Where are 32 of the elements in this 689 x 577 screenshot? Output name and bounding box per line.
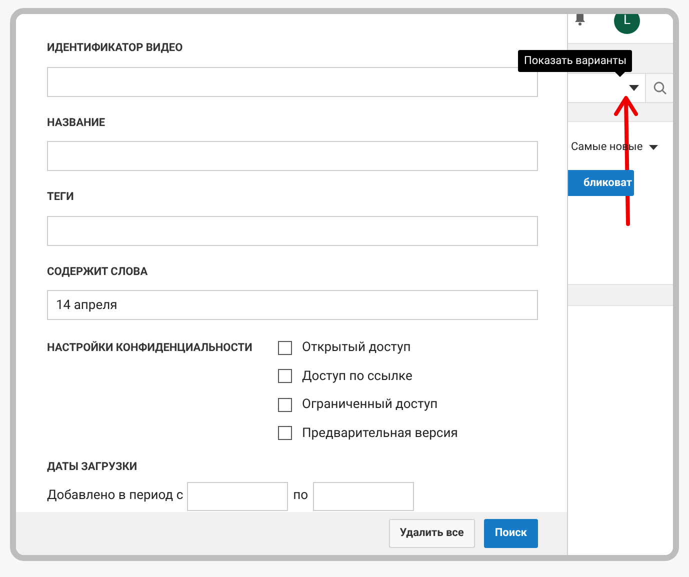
field-label: ИДЕНТИФИКАТОР ВИДЕО — [47, 40, 184, 56]
date-range-label: по — [293, 487, 308, 506]
checkbox[interactable] — [278, 369, 292, 384]
tooltip: Показать варианты — [518, 50, 632, 72]
checkbox-label: Доступ по ссылке — [302, 368, 412, 386]
checkbox-label: Ограниченный доступ — [302, 396, 438, 414]
text-field[interactable] — [47, 141, 538, 171]
publish-button[interactable]: бликоват — [568, 170, 634, 196]
search-icon[interactable] — [652, 81, 666, 95]
checkbox-label: Предварительная версия — [302, 424, 458, 442]
date-from-field[interactable] — [187, 482, 288, 510]
checkbox-label: Открытый доступ — [302, 339, 411, 357]
field-label: ДАТЫ ЗАГРУЗКИ — [47, 459, 138, 475]
bell-icon[interactable] — [572, 14, 588, 26]
text-field[interactable] — [47, 216, 538, 246]
clear-button[interactable]: Удалить все — [388, 519, 475, 548]
checkbox[interactable] — [278, 426, 292, 440]
checkbox[interactable] — [278, 398, 292, 412]
text-field[interactable]: 14 апреля — [47, 290, 538, 320]
checkbox[interactable] — [278, 340, 292, 355]
field-label: СОДЕРЖИТ СЛОВА — [47, 264, 149, 280]
dropdown-caret-icon[interactable] — [629, 85, 639, 91]
tooltip-pointer-icon — [615, 72, 625, 77]
dropdown-caret-icon[interactable] — [648, 144, 658, 150]
field-label: НАСТРОЙКИ КОНФИДЕНЦИАЛЬНОСТИ — [47, 340, 254, 356]
field-label: ТЕГИ — [47, 189, 75, 205]
search-button[interactable]: Поиск — [484, 519, 538, 548]
field-label: НАЗВАНИЕ — [47, 114, 106, 130]
date-to-field[interactable] — [313, 482, 414, 510]
date-range-label: Добавлено в период с — [47, 487, 184, 506]
text-field[interactable] — [47, 66, 538, 96]
avatar[interactable]: L — [614, 14, 640, 34]
